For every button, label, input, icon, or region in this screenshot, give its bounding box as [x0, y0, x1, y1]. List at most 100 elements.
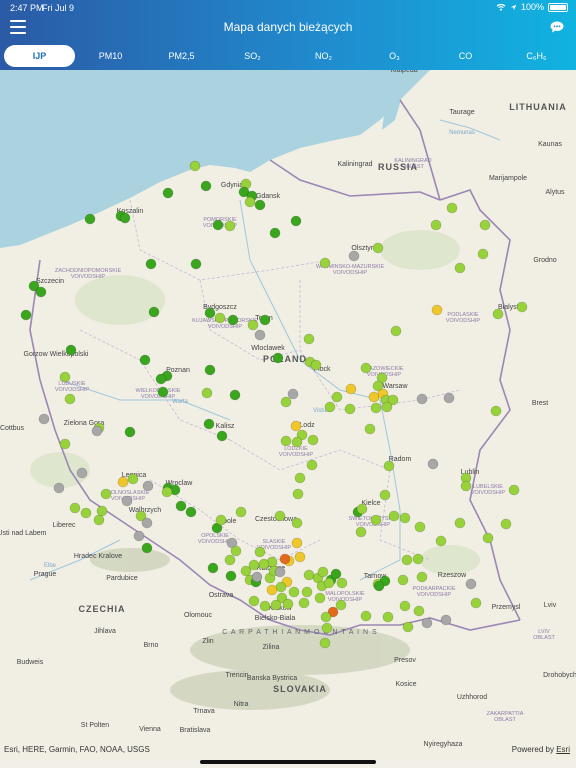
station-marker[interactable]	[291, 537, 303, 549]
tab-c6h6[interactable]: C₆H₆	[501, 45, 572, 67]
station-marker[interactable]	[124, 426, 136, 438]
station-marker[interactable]	[203, 418, 215, 430]
station-marker[interactable]	[401, 554, 413, 566]
station-marker[interactable]	[155, 373, 167, 385]
station-marker[interactable]	[185, 506, 197, 518]
station-marker[interactable]	[443, 392, 455, 404]
station-marker[interactable]	[216, 430, 228, 442]
station-marker[interactable]	[412, 553, 424, 565]
station-marker[interactable]	[490, 405, 502, 417]
station-marker[interactable]	[201, 387, 213, 399]
tab-pm10[interactable]: PM10	[75, 45, 146, 67]
station-marker[interactable]	[390, 325, 402, 337]
station-marker[interactable]	[254, 329, 266, 341]
station-marker[interactable]	[345, 383, 357, 395]
station-marker[interactable]	[20, 309, 32, 321]
station-marker[interactable]	[175, 500, 187, 512]
station-marker[interactable]	[248, 595, 260, 607]
station-marker[interactable]	[139, 354, 151, 366]
station-marker[interactable]	[84, 213, 96, 225]
station-marker[interactable]	[460, 480, 472, 492]
station-marker[interactable]	[266, 584, 278, 596]
station-marker[interactable]	[214, 312, 226, 324]
esri-link[interactable]: Esri	[556, 745, 570, 754]
station-marker[interactable]	[65, 344, 77, 356]
station-marker[interactable]	[303, 333, 315, 345]
station-marker[interactable]	[272, 352, 284, 364]
station-marker[interactable]	[335, 599, 347, 611]
station-marker[interactable]	[508, 484, 520, 496]
station-marker[interactable]	[247, 319, 259, 331]
station-marker[interactable]	[162, 187, 174, 199]
station-marker[interactable]	[360, 610, 372, 622]
station-marker[interactable]	[269, 227, 281, 239]
station-marker[interactable]	[465, 578, 477, 590]
station-marker[interactable]	[96, 505, 108, 517]
station-marker[interactable]	[355, 526, 367, 538]
station-marker[interactable]	[482, 532, 494, 544]
station-marker[interactable]	[492, 308, 504, 320]
station-marker[interactable]	[207, 562, 219, 574]
station-marker[interactable]	[161, 486, 173, 498]
station-marker[interactable]	[133, 530, 145, 542]
station-marker[interactable]	[301, 586, 313, 598]
station-marker[interactable]	[64, 393, 76, 405]
station-marker[interactable]	[117, 476, 129, 488]
station-marker[interactable]	[331, 391, 343, 403]
station-marker[interactable]	[364, 423, 376, 435]
tab-no2[interactable]: NO₂	[288, 45, 359, 67]
station-marker[interactable]	[382, 611, 394, 623]
station-marker[interactable]	[397, 574, 409, 586]
station-marker[interactable]	[470, 597, 482, 609]
station-marker[interactable]	[479, 219, 491, 231]
station-marker[interactable]	[336, 577, 348, 589]
station-marker[interactable]	[280, 435, 292, 447]
station-marker[interactable]	[141, 517, 153, 529]
station-marker[interactable]	[516, 301, 528, 313]
map-canvas[interactable]: LITHUANIARUSSIAPOLANDCZECHIASLOVAKIAKALI…	[0, 70, 576, 758]
station-marker[interactable]	[142, 480, 154, 492]
station-marker[interactable]	[240, 565, 252, 577]
station-marker[interactable]	[91, 425, 103, 437]
station-marker[interactable]	[421, 617, 433, 629]
station-marker[interactable]	[431, 304, 443, 316]
station-marker[interactable]	[402, 621, 414, 633]
station-marker[interactable]	[323, 577, 335, 589]
station-marker[interactable]	[224, 554, 236, 566]
station-marker[interactable]	[379, 489, 391, 501]
station-marker[interactable]	[454, 262, 466, 274]
station-marker[interactable]	[416, 393, 428, 405]
station-marker[interactable]	[317, 566, 329, 578]
station-marker[interactable]	[69, 502, 81, 514]
station-marker[interactable]	[381, 401, 393, 413]
station-marker[interactable]	[356, 503, 368, 515]
station-marker[interactable]	[446, 202, 458, 214]
station-marker[interactable]	[38, 413, 50, 425]
station-marker[interactable]	[310, 359, 322, 371]
station-marker[interactable]	[59, 371, 71, 383]
station-marker[interactable]	[189, 160, 201, 172]
station-marker[interactable]	[454, 517, 466, 529]
station-marker[interactable]	[370, 402, 382, 414]
station-marker[interactable]	[225, 570, 237, 582]
station-marker[interactable]	[319, 637, 331, 649]
station-marker[interactable]	[298, 597, 310, 609]
station-marker[interactable]	[227, 314, 239, 326]
station-marker[interactable]	[430, 219, 442, 231]
station-marker[interactable]	[288, 586, 300, 598]
station-marker[interactable]	[307, 434, 319, 446]
station-marker[interactable]	[212, 219, 224, 231]
station-marker[interactable]	[414, 521, 426, 533]
station-marker[interactable]	[287, 388, 299, 400]
station-marker[interactable]	[204, 307, 216, 319]
station-marker[interactable]	[330, 568, 342, 580]
station-marker[interactable]	[119, 212, 131, 224]
station-marker[interactable]	[279, 553, 291, 565]
station-marker[interactable]	[383, 460, 395, 472]
station-marker[interactable]	[416, 571, 428, 583]
station-marker[interactable]	[290, 215, 302, 227]
tab-ijp[interactable]: IJP	[4, 45, 75, 67]
station-marker[interactable]	[435, 535, 447, 547]
station-marker[interactable]	[306, 459, 318, 471]
station-marker[interactable]	[413, 605, 425, 617]
